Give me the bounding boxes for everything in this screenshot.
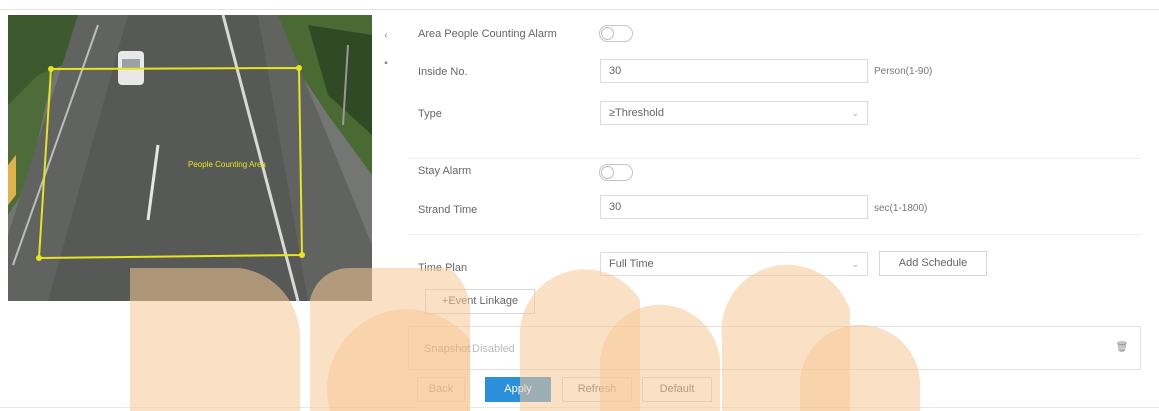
snapshot-label: Snapshot: [424, 343, 471, 355]
add-schedule-button[interactable]: Add Schedule: [879, 251, 987, 276]
top-divider: [0, 9, 1159, 10]
region-label: People Counting Area: [188, 160, 266, 169]
linkage-panel: [408, 326, 1141, 370]
live-scene: People Counting Area: [8, 15, 372, 301]
back-button[interactable]: Back: [417, 377, 465, 402]
snapshot-status: Disabled: [472, 343, 515, 355]
refresh-button[interactable]: Refresh: [562, 377, 632, 402]
default-button[interactable]: Default: [642, 377, 712, 402]
chevron-left-icon[interactable]: ‹: [378, 28, 394, 44]
area-people-counting-alarm-toggle[interactable]: [599, 25, 633, 42]
menu-icon[interactable]: ▪: [378, 56, 394, 72]
type-select[interactable]: ≥Threshold ⌄: [600, 101, 868, 125]
video-preview[interactable]: People Counting Area: [8, 15, 372, 301]
event-linkage-button[interactable]: +Event Linkage: [425, 289, 535, 314]
section-divider: [408, 234, 1141, 235]
chevron-down-icon: ⌄: [851, 108, 859, 118]
apply-button[interactable]: Apply: [485, 377, 551, 402]
stay-alarm-label: Stay Alarm: [418, 165, 472, 177]
chevron-down-icon: ⌄: [851, 259, 859, 269]
toggle-knob: [601, 166, 614, 179]
stay-alarm-toggle[interactable]: [599, 164, 633, 181]
stay-time-input[interactable]: 30: [600, 195, 868, 219]
section-divider: [408, 158, 1141, 159]
time-plan-select-value: Full Time: [609, 258, 654, 270]
type-select-value: ≥Threshold: [609, 107, 664, 119]
area-people-counting-alarm-label: Area People Counting Alarm: [418, 28, 557, 40]
time-plan-select[interactable]: Full Time ⌄: [600, 252, 868, 276]
type-label: Type: [418, 108, 442, 120]
stay-time-hint: sec(1-1800): [874, 203, 928, 214]
time-plan-label: Time Plan: [418, 262, 468, 274]
inside-no-input[interactable]: 30: [600, 59, 868, 83]
inside-no-label: Inside No.: [418, 66, 468, 78]
toggle-knob: [601, 27, 614, 40]
stay-time-label: Strand Time: [418, 204, 478, 216]
trash-icon[interactable]: 🗑: [1114, 340, 1130, 356]
inside-no-hint: Person(1-90): [874, 66, 933, 77]
bottom-divider: [0, 407, 1159, 408]
